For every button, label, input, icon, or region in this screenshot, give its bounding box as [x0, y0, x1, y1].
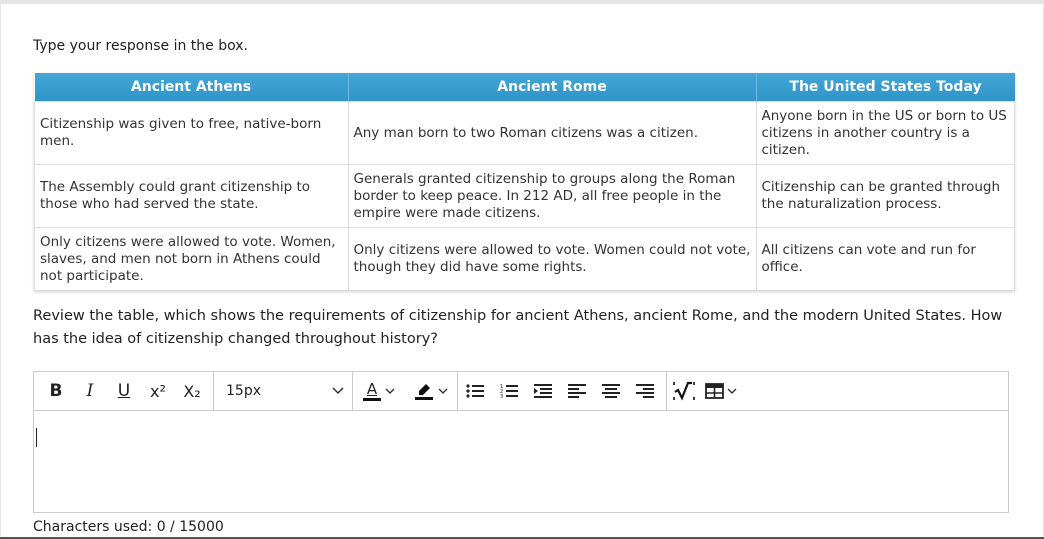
character-counter: Characters used: 0 / 15000 — [33, 519, 224, 535]
underline-button[interactable]: U — [107, 376, 141, 406]
table-cell: Only citizens were allowed to vote. Wome… — [347, 227, 757, 291]
chevron-down-icon — [332, 387, 344, 395]
numbered-list-icon: 1 2 3 — [500, 384, 518, 399]
response-text-area[interactable] — [34, 411, 1008, 512]
align-right-icon — [636, 384, 654, 398]
table-cell: Citizenship was given to free, native-bo… — [34, 101, 349, 165]
column-header-rome: Ancient Rome — [347, 73, 756, 102]
align-center-icon — [602, 384, 620, 398]
column-header-athens: Ancient Athens — [34, 73, 348, 102]
bullet-list-icon — [466, 384, 484, 398]
indent-button[interactable] — [526, 376, 560, 406]
font-color-button[interactable]: A — [353, 376, 405, 406]
column-header-us: The United States Today — [755, 73, 1015, 102]
highlight-button[interactable] — [405, 376, 457, 406]
table-cell: Only citizens were allowed to vote. Wome… — [34, 227, 349, 291]
table-header-row: Ancient Athens Ancient Rome The United S… — [34, 73, 1015, 102]
font-size-value: 15px — [226, 383, 261, 399]
subscript-button[interactable]: X₂ — [175, 376, 209, 406]
numbered-list-button[interactable]: 1 2 3 — [492, 376, 526, 406]
align-left-button[interactable] — [560, 376, 594, 406]
math-icon — [673, 381, 695, 401]
table-cell: Generals granted citizenship to groups a… — [347, 164, 757, 228]
font-color-icon: A — [363, 381, 381, 401]
table-cell: The Assembly could grant citizenship to … — [34, 164, 349, 228]
question-text: Review the table, which shows the requir… — [33, 308, 1003, 347]
table-cell: All citizens can vote and run for office… — [755, 227, 1015, 291]
superscript-button[interactable]: x² — [141, 376, 175, 406]
table-icon — [705, 383, 724, 399]
italic-button[interactable]: I — [73, 376, 107, 406]
table-cell: Any man born to two Roman citizens was a… — [347, 101, 757, 165]
rich-text-editor: B I U x² X₂ 15px A 1 2 3 — [33, 371, 1009, 513]
align-left-icon — [568, 384, 586, 398]
instruction-text: Type your response in the box. — [33, 38, 248, 54]
table-row: Citizenship was given to free, native-bo… — [34, 101, 1015, 165]
chevron-down-icon — [727, 388, 737, 394]
chevron-down-icon — [385, 388, 395, 394]
chevron-down-icon — [438, 388, 448, 394]
citizenship-table: Ancient Athens Ancient Rome The United S… — [34, 73, 1015, 291]
bold-button[interactable]: B — [39, 376, 73, 406]
align-right-button[interactable] — [628, 376, 662, 406]
align-center-button[interactable] — [594, 376, 628, 406]
bullet-list-button[interactable] — [458, 376, 492, 406]
table-cell: Anyone born in the US or born to US citi… — [755, 101, 1015, 165]
editor-toolbar: B I U x² X₂ 15px A 1 2 3 — [34, 372, 1008, 411]
svg-text:3: 3 — [500, 394, 503, 399]
highlight-icon — [415, 384, 433, 400]
table-cell: Citizenship can be granted through the n… — [755, 164, 1015, 228]
table-button[interactable] — [701, 376, 741, 406]
indent-icon — [534, 384, 552, 398]
math-button[interactable] — [667, 376, 701, 406]
text-cursor — [36, 428, 37, 447]
font-size-select[interactable]: 15px — [214, 376, 352, 406]
table-row: The Assembly could grant citizenship to … — [34, 164, 1015, 228]
table-row: Only citizens were allowed to vote. Wome… — [34, 227, 1015, 291]
